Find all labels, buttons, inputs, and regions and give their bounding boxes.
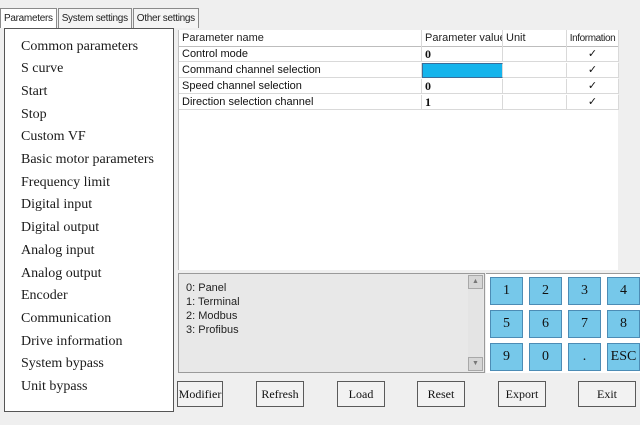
tab-system-settings[interactable]: System settings — [57, 8, 132, 28]
description-line: 2: Modbus — [186, 310, 238, 322]
menu-item-s-curve[interactable]: S curve — [21, 61, 63, 77]
unit-cell — [503, 47, 567, 62]
menu-item-analog-output[interactable]: Analog output — [21, 266, 102, 282]
value-description-box[interactable]: 0: Panel 1: Terminal 2: Modbus 3: Profib… — [178, 273, 485, 373]
menu-item-stop[interactable]: Stop — [21, 107, 47, 123]
export-button[interactable]: Export — [498, 381, 546, 407]
unit-cell — [503, 63, 567, 78]
tab-other-settings[interactable]: Other settings — [132, 8, 199, 28]
table-header-row: Parameter name Parameter value Unit Info… — [179, 30, 619, 47]
description-line: 1: Terminal — [186, 296, 240, 308]
menu-item-encoder[interactable]: Encoder — [21, 288, 68, 304]
scroll-up-icon[interactable]: ▲ — [468, 275, 483, 289]
key-2[interactable]: 2 — [529, 277, 562, 305]
column-header-unit: Unit — [503, 30, 567, 47]
menu-item-common-parameters[interactable]: Common parameters — [21, 39, 138, 55]
menu-item-unit-bypass[interactable]: Unit bypass — [21, 379, 88, 395]
key-4[interactable]: 4 — [607, 277, 640, 305]
unit-cell — [503, 79, 567, 94]
menu-item-digital-input[interactable]: Digital input — [21, 197, 92, 213]
menu-item-drive-information[interactable]: Drive information — [21, 334, 122, 350]
menu-item-frequency-limit[interactable]: Frequency limit — [21, 175, 110, 191]
key-6[interactable]: 6 — [529, 310, 562, 338]
table-row[interactable]: Direction selection channel 1 ✓ — [179, 95, 619, 110]
menu-item-analog-input[interactable]: Analog input — [21, 243, 95, 259]
parameter-value-cell[interactable]: 0 — [422, 47, 503, 62]
check-icon: ✓ — [567, 95, 619, 110]
table-row[interactable]: Speed channel selection 0 ✓ — [179, 79, 619, 94]
menu-item-digital-output[interactable]: Digital output — [21, 220, 99, 236]
key-esc[interactable]: ESC — [607, 343, 640, 371]
key-1[interactable]: 1 — [490, 277, 523, 305]
refresh-button[interactable]: Refresh — [256, 381, 304, 407]
vertical-scrollbar[interactable]: ▲ ▼ — [468, 275, 483, 371]
column-header-parameter-value: Parameter value — [422, 30, 503, 47]
unit-cell — [503, 95, 567, 110]
check-icon: ✓ — [567, 63, 619, 78]
menu-item-system-bypass[interactable]: System bypass — [21, 356, 104, 372]
key-8[interactable]: 8 — [607, 310, 640, 338]
key-decimal-point[interactable]: . — [568, 343, 601, 371]
parameter-name-cell: Speed channel selection — [179, 79, 422, 94]
parameter-value-cell[interactable]: 1 — [422, 95, 503, 110]
key-7[interactable]: 7 — [568, 310, 601, 338]
menu-item-custom-vf[interactable]: Custom VF — [21, 129, 86, 145]
tab-bar: Parameters System settings Other setting… — [0, 8, 200, 28]
menu-item-communication[interactable]: Communication — [21, 311, 111, 327]
parameter-name-cell: Direction selection channel — [179, 95, 422, 110]
parameter-name-cell: Command channel selection — [179, 63, 422, 78]
tab-parameters[interactable]: Parameters — [0, 8, 57, 28]
reset-button[interactable]: Reset — [417, 381, 465, 407]
menu-item-basic-motor-parameters[interactable]: Basic motor parameters — [21, 152, 154, 168]
key-5[interactable]: 5 — [490, 310, 523, 338]
scroll-down-icon[interactable]: ▼ — [468, 357, 483, 371]
column-header-information: Information — [567, 30, 619, 47]
column-header-parameter-name: Parameter name — [179, 30, 422, 47]
key-3[interactable]: 3 — [568, 277, 601, 305]
table-row[interactable]: Control mode 0 ✓ — [179, 47, 619, 62]
parameter-value-cell-selected[interactable] — [422, 63, 503, 78]
numeric-keypad: 1 2 3 4 5 6 7 8 9 0 . ESC — [486, 273, 640, 373]
key-0[interactable]: 0 — [529, 343, 562, 371]
parameter-name-cell: Control mode — [179, 47, 422, 62]
menu-item-start[interactable]: Start — [21, 84, 47, 100]
load-button[interactable]: Load — [337, 381, 385, 407]
key-9[interactable]: 9 — [490, 343, 523, 371]
modifier-button[interactable]: Modifier — [177, 381, 223, 407]
check-icon: ✓ — [567, 47, 619, 62]
description-line: 0: Panel — [186, 282, 227, 294]
parameter-value-cell[interactable]: 0 — [422, 79, 503, 94]
parameter-table: Parameter name Parameter value Unit Info… — [178, 30, 619, 270]
parameter-group-menu: Common parameters S curve Start Stop Cus… — [4, 28, 174, 412]
exit-button[interactable]: Exit — [578, 381, 636, 407]
description-line: 3: Profibus — [186, 324, 239, 336]
table-row[interactable]: Command channel selection ✓ — [179, 63, 619, 78]
check-icon: ✓ — [567, 79, 619, 94]
